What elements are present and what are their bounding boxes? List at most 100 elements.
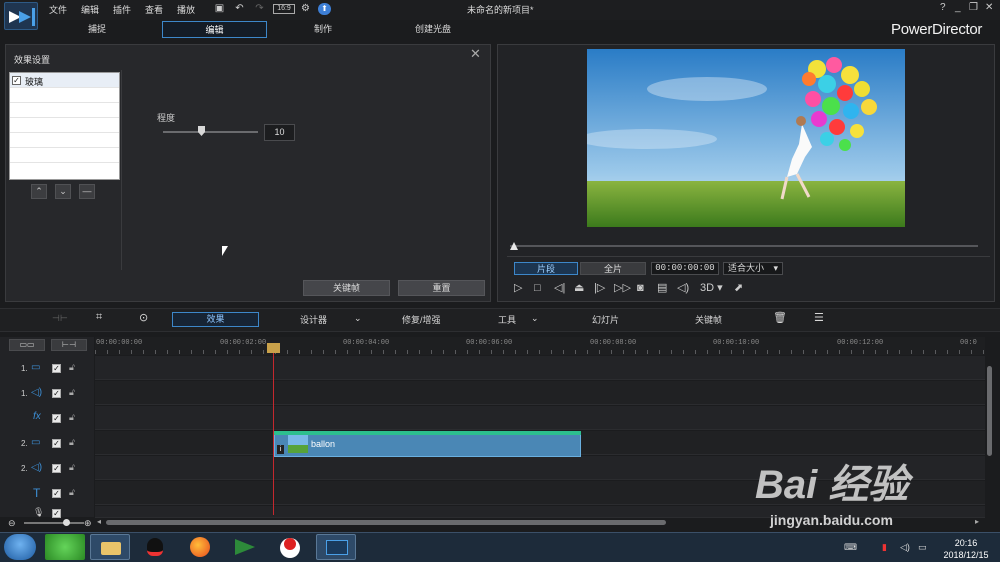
track-enable-checkbox[interactable]: ✓ (52, 489, 61, 498)
settings-gear-icon[interactable]: ⚙ (299, 3, 312, 15)
task-powerdirector-icon[interactable] (316, 534, 356, 560)
close-window-icon[interactable]: ✕ (985, 2, 993, 13)
track-enable-checkbox[interactable]: ✓ (52, 439, 61, 448)
previous-frame-icon[interactable]: ◁| (554, 282, 565, 294)
keyframe-toolbar-button[interactable]: 关键帧 (695, 313, 722, 326)
menu-play[interactable]: 播放 (177, 3, 195, 16)
tools-menu[interactable]: 工具 (498, 313, 516, 326)
mask-icon[interactable]: ⊙ (139, 311, 148, 324)
save-icon[interactable]: ▣ (213, 3, 226, 15)
clip-mode-button[interactable]: 片段 (514, 262, 578, 275)
playhead-handle[interactable] (267, 343, 280, 353)
menu-plugins[interactable]: 插件 (113, 3, 131, 16)
effect-name[interactable]: 玻璃 (25, 75, 43, 88)
aspect-ratio-icon[interactable]: 16:9 (273, 4, 295, 14)
menu-file[interactable]: 文件 (49, 3, 67, 16)
track-enable-checkbox[interactable]: ✓ (52, 389, 61, 398)
tab-produce[interactable]: 制作 (288, 21, 358, 38)
minimize-icon[interactable]: _ (955, 2, 961, 13)
chevron-down-icon[interactable]: ⌄ (531, 313, 539, 324)
snapshot-icon[interactable]: ◙ (637, 282, 644, 294)
task-qq-icon[interactable] (135, 534, 175, 560)
track-enable-checkbox[interactable]: ✓ (52, 509, 61, 518)
system-clock[interactable]: 20:16 2018/12/15 (938, 537, 994, 561)
volume-icon[interactable]: ◁) (677, 282, 689, 294)
playhead-line[interactable] (273, 343, 274, 515)
zoom-slider-thumb[interactable] (63, 519, 70, 526)
lock-icon[interactable]: 🔓︎ (69, 437, 75, 448)
chevron-down-icon[interactable]: ⌄ (354, 313, 362, 324)
update-icon[interactable]: ⬆ (318, 3, 331, 15)
designer-menu[interactable]: 设计器 (300, 313, 327, 326)
track-enable-checkbox[interactable]: ✓ (52, 464, 61, 473)
effect-enable-checkbox[interactable]: ✓ (12, 76, 21, 85)
stop-icon[interactable]: □ (534, 282, 541, 294)
network-icon[interactable]: ▭ (918, 542, 927, 553)
trash-icon[interactable]: 🗑 (773, 311, 787, 324)
task-recorder-icon[interactable] (270, 534, 310, 560)
tab-capture[interactable]: 捕捉 (62, 21, 132, 38)
move-up-button[interactable]: ⌃ (31, 184, 47, 199)
undo-icon[interactable]: ↶ (233, 3, 246, 15)
lock-icon[interactable]: 🔓︎ (69, 462, 75, 473)
close-icon[interactable]: ✕ (470, 46, 481, 62)
vertical-scrollbar[interactable] (987, 366, 992, 456)
track-enable-checkbox[interactable]: ✓ (52, 414, 61, 423)
track-enable-checkbox[interactable]: ✓ (52, 364, 61, 373)
slideshow-button[interactable]: 幻灯片 (592, 313, 619, 326)
lock-icon[interactable]: 🔓︎ (69, 362, 75, 373)
restore-icon[interactable]: ❐ (969, 2, 978, 13)
zoom-fit-select[interactable]: 适合大小 ▾ (723, 262, 783, 275)
volume-tray-icon[interactable]: ◁) (900, 542, 910, 553)
preview-scrubber-track[interactable] (510, 245, 978, 247)
redo-icon[interactable]: ↷ (253, 3, 266, 15)
help-icon[interactable]: ? (940, 2, 946, 13)
keyframe-button[interactable]: 关键帧 (303, 280, 390, 296)
fix-enhance-button[interactable]: 修复/增强 (402, 313, 441, 326)
play-icon[interactable]: ▷ (514, 282, 522, 294)
tray-icon[interactable]: ▮ (882, 542, 887, 553)
track-lane[interactable] (95, 406, 985, 430)
track-lane[interactable] (95, 356, 985, 380)
lock-icon[interactable]: 🔓︎ (69, 487, 75, 498)
zoom-in-icon[interactable]: ⊕ (84, 518, 92, 529)
keyboard-icon[interactable]: ⌨ (844, 542, 857, 553)
menu-view[interactable]: 查看 (145, 3, 163, 16)
tab-create-disc[interactable]: 创建光盘 (398, 21, 468, 38)
storyboard-view-icon[interactable]: ▭▭ (9, 339, 45, 351)
start-button[interactable] (4, 534, 36, 560)
lock-icon[interactable]: 🔓︎ (69, 387, 75, 398)
degree-value-input[interactable]: 10 (264, 124, 295, 141)
mark-in-icon[interactable]: ⏏ (574, 282, 584, 294)
remove-button[interactable]: — (79, 184, 95, 199)
clip-info-icon[interactable]: i (277, 445, 284, 454)
zoom-slider[interactable] (24, 522, 84, 524)
menu-edit[interactable]: 编辑 (81, 3, 99, 16)
undock-icon[interactable]: ⬈ (734, 282, 743, 294)
tab-edit[interactable]: 编辑 (162, 21, 267, 38)
zoom-out-icon[interactable]: ⊖ (8, 518, 16, 529)
fast-forward-icon[interactable]: ▷▷ (614, 282, 631, 294)
scroll-left-icon[interactable]: ◂ (97, 517, 101, 526)
move-down-button[interactable]: ⌄ (55, 184, 71, 199)
timecode-display[interactable]: 00:00:00:00 (651, 262, 719, 275)
list-icon[interactable]: ☰ (814, 311, 824, 324)
effect-tab-button[interactable]: 效果 (172, 312, 259, 327)
split-icon[interactable]: ⊣⊢ (52, 313, 68, 324)
track-lane[interactable] (95, 381, 985, 405)
reset-button[interactable]: 重置 (398, 280, 485, 296)
task-firefox-icon[interactable] (180, 534, 220, 560)
task-media-icon[interactable] (225, 534, 265, 560)
subtitles-icon[interactable]: ▤ (657, 282, 667, 294)
task-explorer-icon[interactable] (90, 534, 130, 560)
task-360-icon[interactable] (45, 534, 85, 560)
fit-timeline-icon[interactable]: ⊢⊣ (51, 339, 87, 351)
crop-icon[interactable]: ⌗ (96, 311, 102, 324)
degree-slider[interactable] (163, 131, 258, 133)
next-frame-icon[interactable]: |▷ (594, 282, 605, 294)
movie-mode-button[interactable]: 全片 (580, 262, 646, 275)
lock-icon[interactable]: 🔓︎ (69, 412, 75, 423)
horizontal-scrollbar[interactable] (106, 520, 666, 525)
scroll-right-icon[interactable]: ▸ (975, 517, 979, 526)
3d-mode-button[interactable]: 3D ▾ (700, 282, 723, 294)
